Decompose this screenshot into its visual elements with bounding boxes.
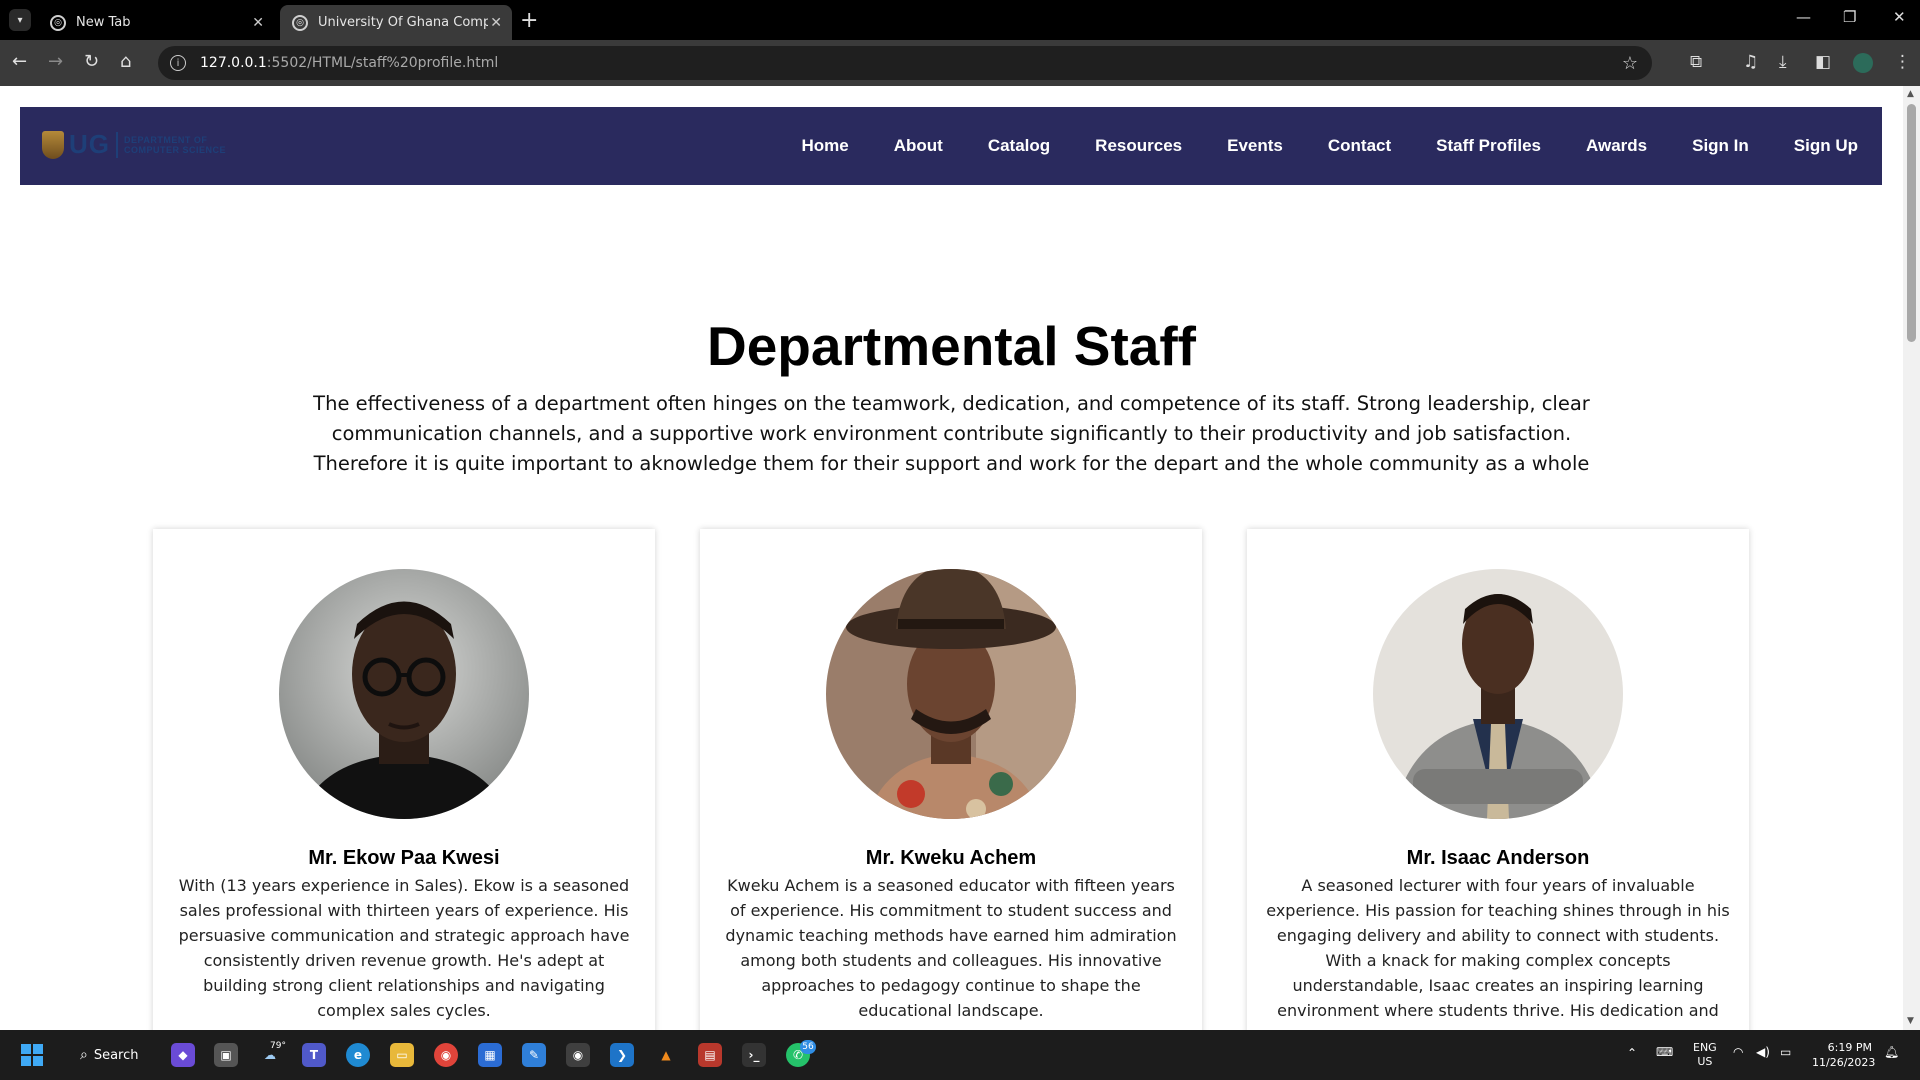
language-indicator[interactable]: ENG US xyxy=(1693,1041,1717,1069)
nav-sign-up[interactable]: Sign Up xyxy=(1794,136,1858,156)
staff-name: Mr. Isaac Anderson xyxy=(1406,847,1590,869)
tab-university[interactable]: ◎ University Of Ghana Computer ✕ xyxy=(280,5,512,40)
teams-icon[interactable]: T xyxy=(302,1043,326,1067)
terminal-icon[interactable]: ›_ xyxy=(742,1043,766,1067)
main-menu: Home About Catalog Resources Events Cont… xyxy=(757,107,1859,185)
site-info-icon[interactable]: i xyxy=(170,55,186,71)
restore-icon[interactable]: ❐ xyxy=(1843,8,1856,26)
browser-tab-strip: ▾ ◎ New Tab ✕ ◎ University Of Ghana Comp… xyxy=(0,0,1920,40)
staff-card: Mr. Ekow Paa Kwesi With (13 years experi… xyxy=(153,529,655,1030)
file-explorer-icon[interactable]: ▭ xyxy=(390,1043,414,1067)
staff-bio: Kweku Achem is a seasoned educator with … xyxy=(725,876,1177,1020)
chrome-icon[interactable]: ◉ xyxy=(434,1043,458,1067)
chrome-favicon-icon: ◎ xyxy=(50,14,66,31)
nav-about[interactable]: About xyxy=(894,136,943,156)
microsoft-store-icon[interactable]: ▦ xyxy=(478,1043,502,1067)
tray-overflow-icon[interactable]: ⌃ xyxy=(1627,1046,1637,1060)
ug-crest-icon xyxy=(42,130,64,159)
home-icon[interactable]: ⌂ xyxy=(120,51,131,72)
nav-home[interactable]: Home xyxy=(802,136,849,156)
web-page: UG DEPARTMENT OF COMPUTER SCIENCE Home A… xyxy=(0,86,1903,1030)
scroll-down-icon[interactable]: ▼ xyxy=(1907,1016,1914,1026)
staff-bio: A seasoned lecturer with four years of i… xyxy=(1266,876,1730,1020)
new-tab-plus-icon[interactable]: + xyxy=(520,8,538,33)
url-text: 127.0.0.1:5502/HTML/staff%20profile.html xyxy=(200,55,499,71)
task-view-icon[interactable]: ▣ xyxy=(214,1043,238,1067)
search-label: Search xyxy=(93,1047,139,1063)
staff-name: Mr. Ekow Paa Kwesi xyxy=(308,847,500,869)
staff-photo xyxy=(826,569,1076,819)
winrar-icon[interactable]: ▤ xyxy=(698,1043,722,1067)
staff-bio: With (13 years experience in Sales). Eko… xyxy=(178,876,630,1020)
volume-icon[interactable]: ◀) xyxy=(1756,1045,1770,1059)
keyboard-icon[interactable]: ⌨ xyxy=(1656,1045,1673,1059)
downloads-icon[interactable]: ⤓ xyxy=(1779,52,1787,72)
page-scrollbar[interactable]: ▲ ▼ xyxy=(1903,86,1920,1030)
logo-dept-text: DEPARTMENT OF COMPUTER SCIENCE xyxy=(124,134,227,155)
vscode-icon[interactable]: ❯ xyxy=(610,1043,634,1067)
staff-card: Mr. Isaac Anderson A seasoned lecturer w… xyxy=(1247,529,1749,1030)
tab-title: New Tab xyxy=(76,15,131,30)
battery-icon[interactable]: ▭ xyxy=(1780,1045,1791,1059)
address-bar[interactable]: i 127.0.0.1:5502/HTML/staff%20profile.ht… xyxy=(158,46,1652,80)
extensions-icon[interactable]: ⧉ xyxy=(1690,52,1702,72)
back-icon[interactable]: ← xyxy=(12,51,27,72)
page-title: Departmental Staff xyxy=(707,315,1196,377)
copilot-icon[interactable]: ◆ xyxy=(171,1043,195,1067)
nav-sign-in[interactable]: Sign In xyxy=(1692,136,1749,156)
vlc-icon[interactable]: ▲ xyxy=(654,1043,678,1067)
logo-ug-text: UG xyxy=(69,129,110,159)
scrollbar-thumb[interactable] xyxy=(1907,104,1916,342)
intro-paragraph: The effectiveness of a department often … xyxy=(313,392,1590,475)
nav-contact[interactable]: Contact xyxy=(1328,136,1391,156)
side-panel-icon[interactable]: ◧ xyxy=(1815,52,1831,72)
site-navbar: UG DEPARTMENT OF COMPUTER SCIENCE Home A… xyxy=(20,107,1882,185)
staff-name: Mr. Kweku Achem xyxy=(865,847,1037,869)
paint-icon[interactable]: ✎ xyxy=(522,1043,546,1067)
search-icon: ⌕ xyxy=(80,1047,88,1063)
scroll-up-icon[interactable]: ▲ xyxy=(1907,89,1914,99)
weather-temp: 79° xyxy=(270,1041,286,1051)
edge-icon[interactable]: e xyxy=(346,1043,370,1067)
clock[interactable]: 6:19 PM 11/26/2023 xyxy=(1812,1040,1875,1070)
nav-staff-profiles[interactable]: Staff Profiles xyxy=(1436,136,1541,156)
tab-search-dropdown-icon[interactable]: ▾ xyxy=(9,9,31,31)
nav-resources[interactable]: Resources xyxy=(1095,136,1182,156)
wifi-icon[interactable]: ◠ xyxy=(1733,1045,1743,1059)
tab-title: University Of Ghana Computer xyxy=(318,15,488,30)
nav-events[interactable]: Events xyxy=(1227,136,1283,156)
profile-avatar[interactable] xyxy=(1853,53,1873,73)
bookmark-star-icon[interactable]: ☆ xyxy=(1622,53,1638,74)
staff-card: Mr. Kweku Achem Kweku Achem is a seasone… xyxy=(700,529,1202,1030)
chrome-active-icon[interactable]: ◉ xyxy=(566,1043,590,1067)
tab-new-tab[interactable]: ◎ New Tab ✕ xyxy=(38,5,274,40)
menu-kebab-icon[interactable]: ⋮ xyxy=(1894,52,1911,72)
notification-bell-icon[interactable]: 🔔︎ xyxy=(1884,1045,1899,1059)
nav-catalog[interactable]: Catalog xyxy=(988,136,1050,156)
tab-close-icon[interactable]: ✕ xyxy=(490,15,502,31)
reload-icon[interactable]: ↻ xyxy=(84,51,99,72)
close-window-icon[interactable]: ✕ xyxy=(1893,8,1906,26)
forward-icon[interactable]: → xyxy=(48,51,63,72)
site-logo[interactable]: UG DEPARTMENT OF COMPUTER SCIENCE xyxy=(42,129,226,160)
media-control-icon[interactable]: ♫ xyxy=(1743,52,1758,72)
globe-favicon-icon: ◎ xyxy=(292,14,308,31)
nav-awards[interactable]: Awards xyxy=(1586,136,1647,156)
windows-taskbar: ⌕ Search ◆ ▣ ☁ 79° T e ▭ ◉ ▦ ✎ ◉ ❯ ▲ ▤ ›… xyxy=(0,1030,1920,1080)
taskbar-search[interactable]: ⌕ Search xyxy=(68,1039,148,1071)
browser-toolbar: ← → ↻ ⌂ i 127.0.0.1:5502/HTML/staff%20pr… xyxy=(0,40,1920,86)
windows-start-icon[interactable] xyxy=(20,1043,44,1067)
staff-photo xyxy=(1373,569,1623,819)
staff-photo xyxy=(279,569,529,819)
tab-close-icon[interactable]: ✕ xyxy=(252,15,264,31)
minimize-icon[interactable]: — xyxy=(1796,8,1811,26)
whatsapp-badge: 56 xyxy=(800,1040,816,1054)
